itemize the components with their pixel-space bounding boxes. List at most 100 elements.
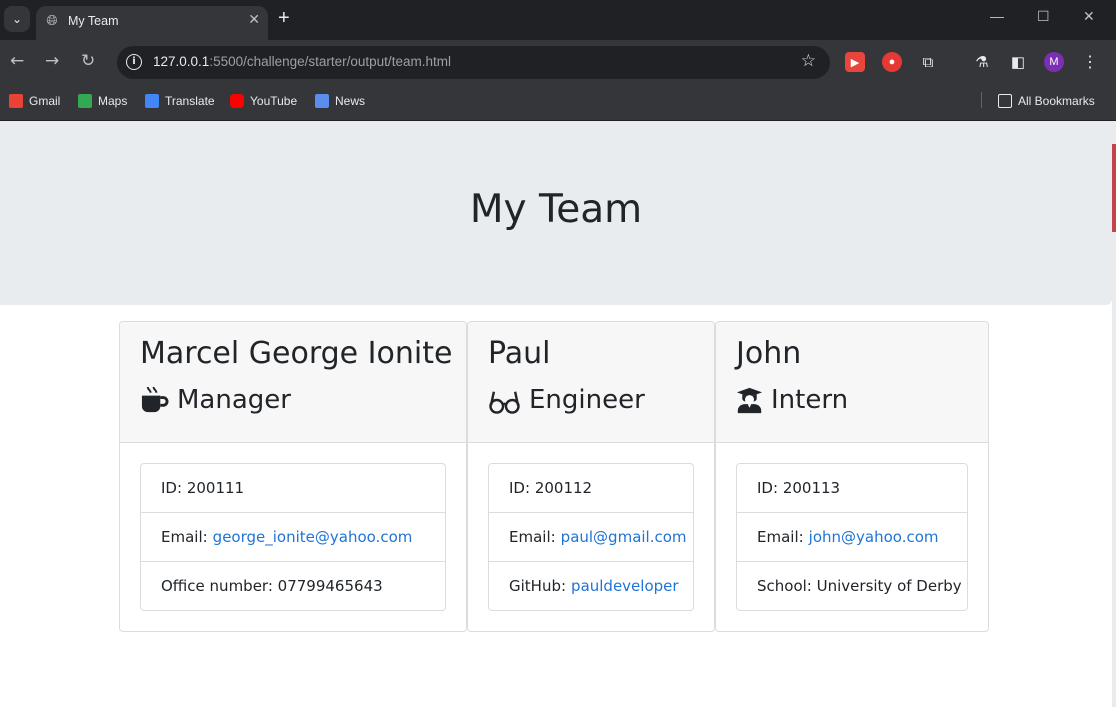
role-label: Engineer bbox=[529, 385, 645, 415]
graduate-icon bbox=[736, 387, 763, 413]
bookmark-gmail[interactable]: Gmail bbox=[9, 94, 60, 108]
id-item: ID: 200113 bbox=[737, 464, 967, 513]
card-header: Marcel George Ionite Manager bbox=[120, 322, 466, 443]
email-link[interactable]: john@yahoo.com bbox=[809, 528, 939, 546]
email-label: Email: bbox=[757, 528, 804, 546]
github-label: GitHub: bbox=[509, 577, 567, 595]
bookmark-label: Gmail bbox=[29, 94, 61, 108]
reload-button[interactable]: ↻ bbox=[81, 51, 95, 71]
github-link[interactable]: pauldeveloper bbox=[571, 577, 679, 595]
side-panel-icon[interactable]: ◧ bbox=[1008, 52, 1028, 72]
url-host: 127.0.0.1 bbox=[153, 54, 210, 69]
employee-name: Paul bbox=[488, 336, 551, 371]
email-link[interactable]: george_ionite@yahoo.com bbox=[213, 528, 413, 546]
id-value: 200111 bbox=[186, 479, 245, 497]
employee-role: Manager bbox=[140, 385, 291, 415]
bookmark-star-icon[interactable]: ☆ bbox=[801, 51, 816, 71]
tab-search-button[interactable]: ⌄ bbox=[4, 6, 30, 32]
employee-card-manager: Marcel George Ionite Manager ID: 200111 … bbox=[119, 321, 467, 632]
browser-toolbar: ← → ↻ i 127.0.0.1:5500/challenge/starter… bbox=[0, 40, 1116, 85]
page-scrollbar[interactable] bbox=[1112, 121, 1116, 707]
gmail-icon bbox=[9, 94, 23, 108]
all-bookmarks-button[interactable]: All Bookmarks bbox=[998, 94, 1095, 108]
id-label: ID: bbox=[757, 479, 779, 497]
details-list: ID: 200112 Email: paul@gmail.com GitHub: p… bbox=[488, 463, 694, 611]
maximize-button[interactable]: ☐ bbox=[1037, 8, 1050, 25]
tab-title: My Team bbox=[68, 14, 119, 28]
extension-record-icon[interactable]: ▶ bbox=[845, 52, 865, 72]
url-path: :5500/challenge/starter/output/team.html bbox=[209, 54, 451, 69]
email-item: Email: john@yahoo.com bbox=[737, 513, 967, 562]
id-value: 200113 bbox=[782, 479, 841, 497]
bookmark-youtube[interactable]: YouTube bbox=[230, 94, 297, 108]
bookmark-maps[interactable]: Maps bbox=[78, 94, 127, 108]
bookmark-label: YouTube bbox=[250, 94, 298, 108]
browser-tab[interactable]: 🌐︎ My Team ✕ bbox=[36, 6, 268, 40]
url-text[interactable]: 127.0.0.1:5500/challenge/starter/output/… bbox=[153, 54, 451, 69]
back-button[interactable]: ← bbox=[10, 51, 24, 71]
page-content: My Team Marcel George Ionite Manager ID:… bbox=[0, 121, 1112, 707]
office-number-item: Office number: 07799465643 bbox=[141, 562, 445, 610]
email-link[interactable]: paul@gmail.com bbox=[561, 528, 687, 546]
id-item: ID: 200111 bbox=[141, 464, 445, 513]
employee-role: Intern bbox=[736, 385, 848, 415]
bookmark-news[interactable]: News bbox=[315, 94, 365, 108]
details-list: ID: 200111 Email: george_ionite@yahoo.com… bbox=[140, 463, 446, 611]
browser-menu-icon[interactable]: ⋮ bbox=[1080, 52, 1100, 72]
employee-role: Engineer bbox=[488, 385, 645, 415]
close-tab-icon[interactable]: ✕ bbox=[248, 12, 260, 28]
extension-badge-icon[interactable]: ● bbox=[882, 52, 902, 72]
forward-button[interactable]: → bbox=[45, 51, 59, 71]
email-label: Email: bbox=[509, 528, 556, 546]
site-info-icon[interactable]: i bbox=[126, 54, 142, 70]
employee-card-intern: John Intern ID: 200113 Email: john@yahoo.… bbox=[715, 321, 989, 632]
bookmark-label: News bbox=[335, 94, 366, 108]
glasses-icon bbox=[489, 391, 520, 414]
maps-icon bbox=[78, 94, 92, 108]
school-label: School: bbox=[757, 577, 812, 595]
close-window-button[interactable]: ✕ bbox=[1083, 8, 1095, 25]
details-list: ID: 200113 Email: john@yahoo.com School: … bbox=[736, 463, 968, 611]
youtube-icon bbox=[230, 94, 244, 108]
school-item: School: University of Derby bbox=[737, 562, 967, 610]
bookmark-translate[interactable]: Translate bbox=[145, 94, 215, 108]
news-icon bbox=[315, 94, 329, 108]
folder-icon bbox=[998, 94, 1012, 108]
github-item: GitHub: pauldeveloper bbox=[489, 562, 693, 610]
labs-flask-icon[interactable]: ⚗ bbox=[972, 52, 992, 72]
all-bookmarks-label: All Bookmarks bbox=[1018, 94, 1095, 108]
minimize-button[interactable]: — bbox=[990, 8, 1004, 24]
id-label: ID: bbox=[161, 479, 183, 497]
office-number-label: Office number: bbox=[161, 577, 273, 595]
school-value: University of Derby bbox=[816, 577, 962, 595]
role-label: Intern bbox=[771, 385, 849, 415]
employee-name: Marcel George Ionite bbox=[140, 336, 453, 371]
bookmarks-divider bbox=[981, 92, 982, 108]
new-tab-button[interactable]: + bbox=[278, 7, 290, 30]
extensions-puzzle-icon[interactable]: ⧉ bbox=[918, 52, 938, 72]
email-item: Email: paul@gmail.com bbox=[489, 513, 693, 562]
scrollbar-thumb[interactable] bbox=[1112, 144, 1116, 232]
id-item: ID: 200112 bbox=[489, 464, 693, 513]
card-header: John Intern bbox=[716, 322, 988, 443]
mug-hot-icon bbox=[141, 386, 169, 412]
address-bar[interactable]: i 127.0.0.1:5500/challenge/starter/outpu… bbox=[117, 46, 830, 79]
profile-avatar[interactable]: M bbox=[1044, 52, 1064, 72]
email-label: Email: bbox=[161, 528, 208, 546]
page-title: My Team bbox=[469, 187, 643, 232]
id-label: ID: bbox=[509, 479, 531, 497]
email-item: Email: george_ionite@yahoo.com bbox=[141, 513, 445, 562]
translate-icon bbox=[145, 94, 159, 108]
bookmark-label: Translate bbox=[165, 94, 215, 108]
header-jumbotron: My Team bbox=[0, 121, 1112, 305]
globe-icon: 🌐︎ bbox=[46, 13, 58, 29]
bookmark-label: Maps bbox=[98, 94, 128, 108]
id-value: 200112 bbox=[534, 479, 593, 497]
employee-card-engineer: Paul Engineer ID: 200112 Email: paul@gmai… bbox=[467, 321, 715, 632]
bookmarks-bar: Gmail Maps Translate YouTube News All Bo… bbox=[0, 85, 1116, 121]
card-header: Paul Engineer bbox=[468, 322, 714, 443]
office-number-value: 07799465643 bbox=[277, 577, 383, 595]
browser-tab-bar: ⌄ 🌐︎ My Team ✕ + — ☐ ✕ bbox=[0, 0, 1116, 40]
role-label: Manager bbox=[177, 385, 291, 415]
employee-name: John bbox=[736, 336, 802, 371]
